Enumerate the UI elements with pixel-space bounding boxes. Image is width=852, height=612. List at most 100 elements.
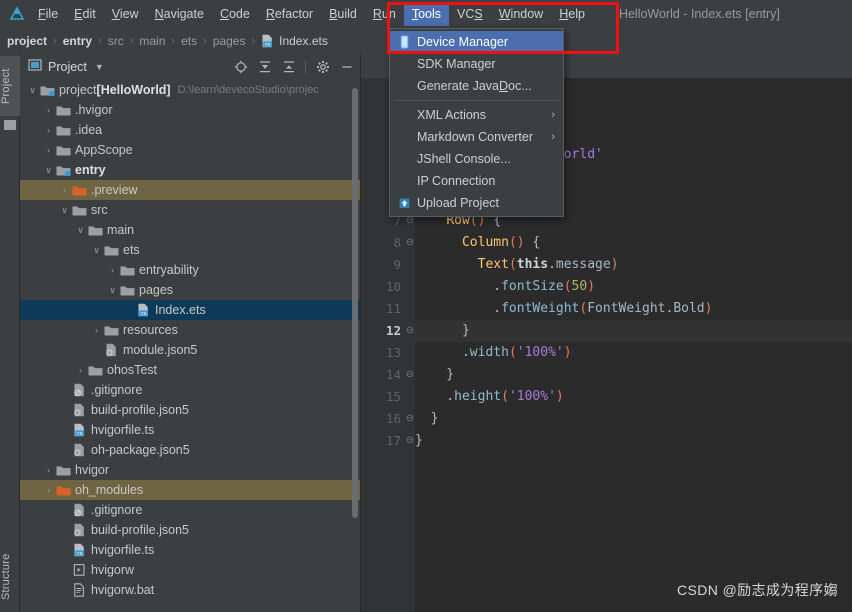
menu-item-view[interactable]: View: [104, 2, 147, 26]
chevron-down-icon[interactable]: ∨: [58, 205, 71, 216]
tree-row[interactable]: oh-package.json5: [20, 440, 360, 460]
breadcrumb-item-index-ets[interactable]: TS Index.ets: [260, 34, 328, 48]
tree-row[interactable]: › oh_modules: [20, 480, 360, 500]
code-fold-icon[interactable]: ⊖: [405, 364, 415, 386]
breadcrumb-separator: ›: [171, 35, 176, 47]
chevron-down-icon[interactable]: ∨: [106, 285, 119, 296]
tree-row[interactable]: › .hvigor: [20, 100, 360, 120]
tree-row[interactable]: ∨ project [HelloWorld] D:\learn\devecoStud…: [20, 80, 360, 100]
collapse-all-icon[interactable]: [281, 60, 296, 75]
menu-item-jshell-console[interactable]: JShell Console...: [390, 148, 563, 170]
code-line[interactable]: }: [415, 320, 852, 342]
tree-row[interactable]: › .idea: [20, 120, 360, 140]
menu-item-markdown-converter[interactable]: Markdown Converter ›: [390, 126, 563, 148]
code-line[interactable]: .fontWeight(FontWeight.Bold): [415, 298, 852, 320]
menu-item-refactor[interactable]: Refactor: [258, 2, 321, 26]
breadcrumb-item-ets[interactable]: ets: [180, 34, 198, 48]
sidebar-tab-project[interactable]: Project: [0, 56, 20, 116]
code-line-text: .fontWeight(FontWeight.Bold): [415, 301, 713, 316]
tree-row[interactable]: ∨ pages: [20, 280, 360, 300]
tree-row[interactable]: › .preview: [20, 180, 360, 200]
menu-item-run[interactable]: Run: [365, 2, 404, 26]
menu-item-navigate[interactable]: Navigate: [147, 2, 212, 26]
code-fold-icon[interactable]: ⊖: [405, 408, 415, 430]
chevron-right-icon[interactable]: ›: [74, 365, 87, 375]
code-line[interactable]: .height('100%'): [415, 386, 852, 408]
menu-item-xml-actions[interactable]: XML Actions ›: [390, 104, 563, 126]
tree-row[interactable]: › entryability: [20, 260, 360, 280]
code-line[interactable]: .width('100%'): [415, 342, 852, 364]
tree-row[interactable]: .gitignore: [20, 380, 360, 400]
chevron-down-icon[interactable]: ∨: [90, 245, 103, 256]
menu-item-edit[interactable]: Edit: [66, 2, 104, 26]
menu-item-label: SDK Manager: [417, 57, 496, 71]
menu-item-code[interactable]: Code: [212, 2, 258, 26]
project-panel-scrollbar[interactable]: [352, 88, 358, 518]
breadcrumb-item-pages[interactable]: pages: [212, 34, 247, 48]
tree-row[interactable]: › AppScope: [20, 140, 360, 160]
tree-row-label: Index.ets: [155, 303, 206, 317]
menu-item-help[interactable]: Help: [551, 2, 593, 26]
code-line[interactable]: }: [415, 408, 852, 430]
code-line[interactable]: .fontSize(50): [415, 276, 852, 298]
menu-item-window[interactable]: Window: [491, 2, 551, 26]
tree-row[interactable]: module.json5: [20, 340, 360, 360]
tree-row-label: ohosTest: [107, 363, 158, 377]
breadcrumb-item-entry[interactable]: entry: [62, 34, 93, 48]
tree-row[interactable]: TS hvigorfile.ts: [20, 540, 360, 560]
settings-gear-icon[interactable]: [315, 60, 330, 75]
chevron-right-icon[interactable]: ›: [58, 185, 71, 195]
line-number: 8: [393, 235, 401, 250]
tree-row[interactable]: .gitignore: [20, 500, 360, 520]
tree-row[interactable]: TS Index.ets: [20, 300, 360, 320]
chevron-down-icon[interactable]: ∨: [42, 165, 55, 176]
code-fold-icon[interactable]: ⊖: [405, 232, 415, 254]
sidebar-tab-structure[interactable]: Structure: [0, 544, 20, 610]
tree-row[interactable]: ∨ main: [20, 220, 360, 240]
tree-row[interactable]: › hvigor: [20, 460, 360, 480]
code-line[interactable]: }: [415, 364, 852, 386]
locate-target-icon[interactable]: [233, 60, 248, 75]
chevron-right-icon[interactable]: ›: [42, 105, 55, 115]
menu-item-build[interactable]: Build: [321, 2, 365, 26]
chevron-right-icon[interactable]: ›: [90, 325, 103, 335]
chevron-down-icon[interactable]: ∨: [74, 225, 87, 236]
code-line[interactable]: Text(this.message): [415, 254, 852, 276]
expand-all-icon[interactable]: [257, 60, 272, 75]
menu-item-label: Markdown Converter: [417, 130, 534, 144]
breadcrumb-item-src[interactable]: src: [107, 34, 125, 48]
tree-row[interactable]: hvigorw: [20, 560, 360, 580]
breadcrumb-item-project[interactable]: project: [6, 34, 48, 48]
code-fold-icon[interactable]: ⊖: [405, 320, 415, 342]
tree-row[interactable]: ∨ ets: [20, 240, 360, 260]
menu-item-vcs[interactable]: VCS: [449, 2, 491, 26]
menu-item-file[interactable]: File: [30, 2, 66, 26]
chevron-right-icon[interactable]: ›: [42, 485, 55, 495]
code-line[interactable]: Column() {: [415, 232, 852, 254]
breadcrumb-item-main[interactable]: main: [138, 34, 166, 48]
gitignore-file-icon: [71, 383, 88, 397]
chevron-right-icon[interactable]: ›: [42, 125, 55, 135]
tree-row[interactable]: ∨ entry: [20, 160, 360, 180]
tree-row[interactable]: build-profile.json5: [20, 520, 360, 540]
menu-item-upload-project[interactable]: Upload Project: [390, 192, 563, 214]
hide-panel-icon[interactable]: [339, 60, 354, 75]
tree-row[interactable]: hvigorw.bat: [20, 580, 360, 600]
tree-row[interactable]: ∨ src: [20, 200, 360, 220]
menu-item-sdk-manager[interactable]: SDK Manager: [390, 53, 563, 75]
tree-row[interactable]: › resources: [20, 320, 360, 340]
menu-item-device-manager[interactable]: Device Manager: [390, 31, 563, 53]
tree-row[interactable]: build-profile.json5: [20, 400, 360, 420]
chevron-right-icon[interactable]: ›: [42, 465, 55, 475]
chevron-down-icon[interactable]: ▼: [95, 62, 104, 72]
code-fold-icon[interactable]: ⊖: [405, 430, 415, 452]
chevron-right-icon[interactable]: ›: [42, 145, 55, 155]
chevron-down-icon[interactable]: ∨: [26, 85, 39, 96]
chevron-right-icon[interactable]: ›: [106, 265, 119, 275]
tree-row[interactable]: › ohosTest: [20, 360, 360, 380]
tree-row[interactable]: TS hvigorfile.ts: [20, 420, 360, 440]
code-line[interactable]: }: [415, 430, 852, 452]
menu-item-ip-connection[interactable]: IP Connection: [390, 170, 563, 192]
menu-item-tools[interactable]: Tools: [403, 2, 450, 26]
menu-item-generate-javadoc[interactable]: Generate JavaDoc...: [390, 75, 563, 97]
